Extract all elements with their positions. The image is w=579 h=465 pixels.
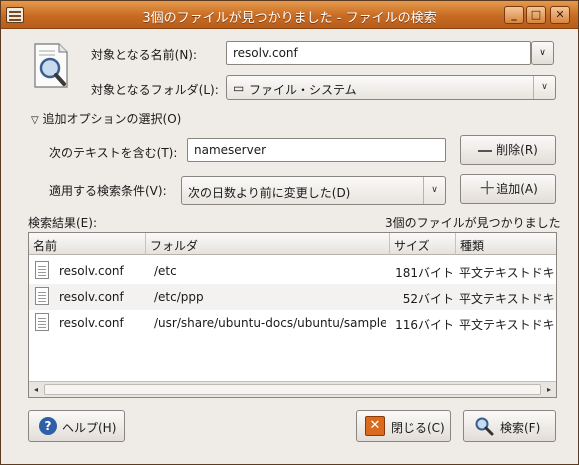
name-label: 対象となる名前(N): [91, 48, 198, 62]
scrollbar-thumb[interactable] [44, 384, 541, 395]
close-icon: ✕ [365, 416, 385, 436]
find-button-label: 検索(F) [500, 421, 541, 435]
horizontal-scrollbar[interactable]: ◂ ▸ [29, 381, 556, 397]
title-bar[interactable]: 3個のファイルが見つかりました - ファイルの検索 _ □ ✕ [1, 1, 578, 29]
condition-select[interactable]: 次の日数より前に変更した(D) ∨ [181, 176, 446, 205]
options-expander-label: 追加オプションの選択(O) [42, 112, 182, 126]
row-size: 181バイト [395, 266, 454, 280]
folder-label: 対象となるフォルダ(L): [91, 83, 219, 97]
options-expander[interactable]: ▽ 追加オプションの選択(O) [31, 110, 181, 127]
condition-label: 適用する検索条件(V): [49, 184, 167, 198]
chevron-down-icon: ∨ [533, 76, 555, 99]
drive-icon: ▭ [233, 81, 245, 95]
close-button[interactable]: ✕ 閉じる(C) [356, 410, 451, 442]
row-name: resolv.conf [59, 264, 124, 278]
text-file-icon [35, 313, 49, 331]
plus-icon: ＋ [478, 178, 497, 200]
add-button[interactable]: ＋追加(A) [460, 174, 556, 204]
condition-select-value: 次の日数より前に変更した(D) [188, 186, 351, 200]
table-header: 名前 フォルダ サイズ 種類 [29, 233, 556, 255]
help-icon: ? [39, 417, 57, 435]
maximize-button[interactable]: □ [526, 6, 546, 24]
name-input[interactable]: resolv.conf [226, 41, 531, 65]
table-row[interactable]: resolv.conf /etc/ppp 52バイト 平文テキストドキュメント [29, 284, 556, 310]
folder-select[interactable]: ▭ ファイル・システム ∨ [226, 75, 556, 100]
search-icon [474, 416, 494, 439]
triangle-down-icon: ▽ [31, 115, 39, 126]
column-header-size[interactable]: サイズ [390, 233, 456, 255]
help-button[interactable]: ? ヘルプ(H) [28, 410, 125, 442]
row-name: resolv.conf [59, 290, 124, 304]
name-history-dropdown[interactable]: ∨ [531, 41, 554, 65]
remove-button-label: 削除(R) [496, 143, 538, 157]
scroll-left-icon[interactable]: ◂ [29, 382, 43, 397]
row-type: 平文テキストドキュメント [459, 266, 556, 280]
column-header-folder[interactable]: フォルダ [146, 233, 390, 255]
row-folder: /etc/ppp [154, 290, 204, 304]
column-header-name[interactable]: 名前 [29, 233, 146, 255]
scroll-right-icon[interactable]: ▸ [542, 382, 556, 397]
help-button-label: ヘルプ(H) [62, 421, 117, 435]
results-table: 名前 フォルダ サイズ 種類 resolv.conf /etc 181バイト 平… [28, 232, 557, 398]
row-type: 平文テキストドキュメント [459, 318, 556, 332]
row-size: 116バイト [395, 318, 454, 332]
results-label: 検索結果(E): [28, 216, 97, 230]
row-folder: /etc [154, 264, 177, 278]
chevron-down-icon: ∨ [423, 177, 445, 204]
add-button-label: 追加(A) [496, 182, 538, 196]
contains-text-label: 次のテキストを含む(T): [49, 146, 178, 160]
remove-button[interactable]: 削除(R) [460, 135, 556, 165]
minus-icon [478, 149, 493, 152]
close-window-button[interactable]: ✕ [550, 6, 570, 24]
file-search-icon [34, 43, 68, 88]
row-name: resolv.conf [59, 316, 124, 330]
row-type: 平文テキストドキュメント [459, 292, 556, 306]
window-title: 3個のファイルが見つかりました - ファイルの検索 [142, 11, 437, 26]
search-window: 3個のファイルが見つかりました - ファイルの検索 _ □ ✕ 対象となる名前(… [0, 0, 579, 465]
folder-select-value: ファイル・システム [249, 83, 357, 97]
find-button[interactable]: 検索(F) [463, 410, 556, 442]
results-summary: 3個のファイルが見つかりました [385, 216, 561, 230]
text-file-icon [35, 261, 49, 279]
column-header-type[interactable]: 種類 [456, 233, 556, 255]
text-file-icon [35, 287, 49, 305]
row-size: 52バイト [402, 292, 454, 306]
table-row[interactable]: resolv.conf /etc 181バイト 平文テキストドキュメント [29, 258, 556, 284]
contains-text-input[interactable]: nameserver [187, 138, 446, 162]
table-row[interactable]: resolv.conf /usr/share/ubuntu-docs/ubunt… [29, 310, 556, 336]
close-button-label: 閉じる(C) [391, 421, 445, 435]
row-folder: /usr/share/ubuntu-docs/ubuntu/sample [154, 316, 386, 330]
minimize-button[interactable]: _ [504, 6, 524, 24]
